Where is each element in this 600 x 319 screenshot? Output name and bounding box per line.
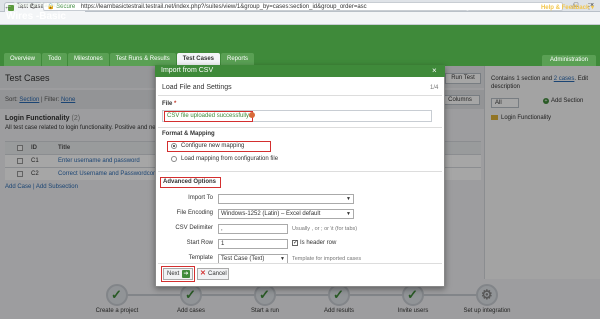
url-text: https://learnbasictestrail.testrail.net/…: [80, 4, 367, 10]
import-to-select[interactable]: ▼: [218, 194, 354, 204]
tab-todo[interactable]: Todo: [42, 53, 68, 66]
format-mapping-label: Format & Mapping: [162, 131, 215, 137]
help-feedback-menu[interactable]: Help & Feedback ▾: [541, 4, 594, 11]
divider: [158, 127, 442, 128]
next-label: Next: [167, 271, 180, 277]
dialog-close-icon[interactable]: ×: [432, 65, 437, 77]
file-label-text: File: [162, 101, 173, 107]
import-csv-dialog: [155, 65, 445, 287]
address-bar-row: [0, 12, 600, 25]
chevron-down-icon: ▼: [346, 211, 351, 217]
divider: [158, 171, 442, 172]
tab-milestones[interactable]: Milestones: [68, 53, 109, 66]
chevron-down-icon: ▼: [280, 256, 285, 262]
working-on-menu[interactable]: Working On ▾: [447, 4, 483, 11]
header-row-checkbox[interactable]: ✓: [292, 240, 298, 246]
advanced-options-label[interactable]: Advanced Options: [163, 179, 216, 185]
configure-new-mapping-radio[interactable]: [171, 143, 177, 149]
file-label: File *: [162, 101, 176, 107]
template-hint: Template for imported cases: [292, 256, 362, 262]
cancel-button[interactable]: ✕ Cancel: [197, 268, 229, 280]
administration-tab[interactable]: Administration: [541, 55, 596, 66]
dialog-page-indicator: 1/4: [430, 85, 439, 91]
start-row-input[interactable]: 1: [218, 239, 288, 249]
project-title: Wires -Basic: [6, 11, 66, 22]
dialog-title: Import from CSV: [155, 65, 445, 77]
header-top-right: Working On ▾ Ashish Anand ▾ Help & Feedb…: [447, 4, 594, 11]
header-row-label[interactable]: Is header row: [300, 240, 336, 246]
load-mapping-label[interactable]: Load mapping from configuration file: [181, 156, 278, 162]
csv-delimiter-input[interactable]: ,: [218, 224, 288, 234]
dialog-subtitle: Load File and Settings: [162, 84, 232, 91]
cancel-x-icon: ✕: [200, 270, 206, 277]
upload-status-icon: [249, 112, 255, 118]
template-label: Template: [188, 255, 213, 261]
load-mapping-radio[interactable]: [171, 156, 177, 162]
file-upload-status: CSV file uploaded successfully.: [164, 111, 254, 122]
start-row-label: Start Row: [186, 240, 213, 246]
csv-delimiter-hint: Usually , or ; or \t (for tabs): [292, 226, 358, 232]
file-encoding-select[interactable]: Windows-1252 (Latin) – Excel default ▼: [218, 209, 354, 219]
return-to-dashboard-link[interactable]: ← Return to Dashboard: [6, 3, 69, 9]
template-value: Test Case (Text): [221, 256, 265, 262]
cancel-label: Cancel: [208, 271, 227, 277]
divider: [158, 263, 442, 264]
divider: [158, 95, 442, 96]
chevron-down-icon: ▼: [346, 196, 351, 202]
arrow-right-icon: ➔: [182, 270, 190, 278]
import-to-label: Import To: [188, 195, 213, 201]
file-encoding-value: Windows-1252 (Latin) – Excel default: [221, 211, 321, 217]
configure-new-mapping-label[interactable]: Configure new mapping: [181, 143, 244, 149]
user-menu[interactable]: Ashish Anand ▾: [492, 4, 533, 11]
tab-overview[interactable]: Overview: [4, 53, 42, 66]
csv-delimiter-label: CSV Delimiter: [175, 225, 213, 231]
file-encoding-label: File Encoding: [176, 210, 213, 216]
next-button[interactable]: Next ➔: [163, 268, 193, 280]
required-marker: *: [174, 101, 177, 107]
